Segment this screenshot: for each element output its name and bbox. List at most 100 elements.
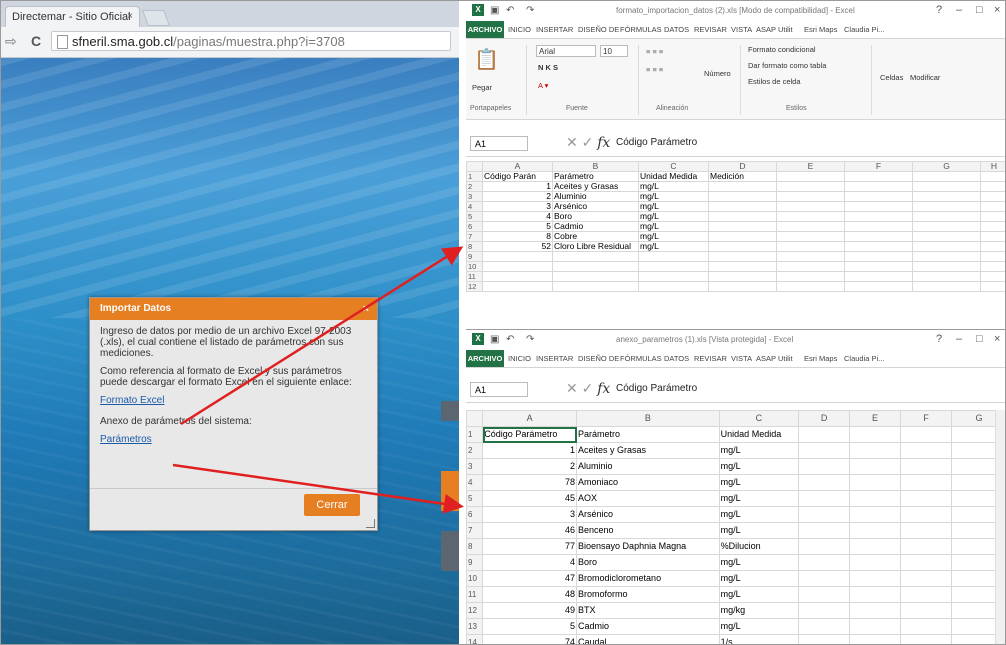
cell[interactable] [912, 211, 981, 222]
cell[interactable] [844, 241, 913, 252]
column-header[interactable]: F [900, 410, 952, 427]
cell[interactable] [912, 221, 981, 232]
cell[interactable]: Cloro Libre Residual [552, 241, 639, 252]
cell[interactable] [798, 490, 851, 507]
cell[interactable]: mg/L [718, 490, 800, 507]
cell[interactable]: Parámetro [576, 426, 720, 443]
browser-tab[interactable]: Directemar - Sitio Oficial × [5, 6, 140, 27]
cell[interactable]: Cobre [552, 231, 639, 242]
column-header[interactable]: E [776, 161, 845, 172]
cell[interactable]: AOX [576, 490, 720, 507]
font-name-select[interactable]: Arial [536, 45, 596, 57]
cell[interactable] [708, 281, 777, 292]
cell[interactable]: mg/L [718, 474, 800, 491]
cell[interactable] [798, 522, 851, 539]
cell[interactable] [912, 191, 981, 202]
cell[interactable]: mg/L [718, 586, 800, 603]
corner-cell[interactable] [466, 161, 483, 172]
cell[interactable] [980, 231, 1005, 242]
cell[interactable] [912, 201, 981, 212]
tab-insertar[interactable]: INSERTAR [536, 354, 573, 363]
cell[interactable]: 45 [482, 490, 578, 507]
cell[interactable] [708, 211, 777, 222]
tab-datos[interactable]: DATOS [664, 25, 689, 34]
cell[interactable] [900, 618, 952, 635]
cell[interactable] [708, 231, 777, 242]
column-header[interactable]: F [844, 161, 913, 172]
cell[interactable] [980, 211, 1005, 222]
cell[interactable] [980, 171, 1005, 182]
cell[interactable]: 2 [482, 191, 553, 202]
row-header[interactable]: 2 [465, 442, 484, 459]
cell[interactable]: Bioensayo Daphnia Magna [576, 538, 720, 555]
cell[interactable]: 49 [482, 602, 578, 619]
cell[interactable] [798, 602, 851, 619]
close-icon[interactable]: × [994, 4, 1000, 16]
cell[interactable] [798, 506, 851, 523]
cell[interactable] [708, 241, 777, 252]
cell[interactable]: 1 [482, 442, 578, 459]
row-header[interactable]: 14 [465, 634, 484, 644]
formula-input[interactable]: Código Parámetro [616, 137, 697, 148]
cell[interactable]: Parámetro [552, 171, 639, 182]
cell[interactable]: Boro [552, 211, 639, 222]
formato-condicional-button[interactable]: Formato condicional [748, 45, 816, 54]
cell[interactable]: Código Parán [482, 171, 553, 182]
pegar-label[interactable]: Pegar [472, 83, 492, 92]
cell[interactable]: mg/L [718, 570, 800, 587]
cell[interactable] [776, 261, 845, 272]
cell[interactable] [798, 538, 851, 555]
cell[interactable] [900, 570, 952, 587]
cell[interactable]: Cadmio [552, 221, 639, 232]
bold-italic-underline[interactable]: N K S [538, 63, 558, 72]
cell[interactable]: 1 [482, 181, 553, 192]
tab-revisar[interactable]: REVISAR [694, 25, 727, 34]
row-header[interactable]: 12 [466, 281, 483, 292]
column-header[interactable]: E [849, 410, 902, 427]
tab-datos[interactable]: DATOS [664, 354, 689, 363]
cell[interactable]: 46 [482, 522, 578, 539]
cell[interactable] [776, 271, 845, 282]
fx-icon[interactable]: ✕ ✓ fx [566, 134, 610, 151]
cell[interactable] [980, 201, 1005, 212]
column-header[interactable]: H [980, 161, 1005, 172]
tab-archivo[interactable]: ARCHIVO [466, 21, 504, 38]
close-icon[interactable]: × [127, 7, 133, 27]
cell[interactable] [798, 570, 851, 587]
cell[interactable] [849, 538, 902, 555]
column-header[interactable]: G [912, 161, 981, 172]
cell[interactable]: Aceites y Grasas [552, 181, 639, 192]
cell[interactable]: 47 [482, 570, 578, 587]
cell[interactable] [980, 281, 1005, 292]
maximize-icon[interactable]: □ [976, 333, 983, 345]
cell[interactable] [912, 171, 981, 182]
cell[interactable] [849, 618, 902, 635]
vertical-scrollbar[interactable] [995, 410, 1005, 644]
cell[interactable]: Aluminio [576, 458, 720, 475]
cell[interactable] [980, 191, 1005, 202]
tab-diseno[interactable]: DISEÑO DE [578, 354, 619, 363]
tab-esri[interactable]: Esri Maps [804, 25, 837, 34]
column-header[interactable]: A [482, 410, 578, 427]
row-header[interactable]: 12 [465, 602, 484, 619]
row-header[interactable]: 13 [465, 618, 484, 635]
cell[interactable] [776, 251, 845, 262]
column-header[interactable]: A [482, 161, 553, 172]
name-box[interactable]: A1 [470, 382, 528, 397]
cell[interactable]: Aceites y Grasas [576, 442, 720, 459]
cell[interactable] [900, 586, 952, 603]
cell[interactable] [849, 506, 902, 523]
row-header[interactable]: 4 [466, 201, 483, 212]
cell[interactable] [900, 426, 952, 443]
cell[interactable] [482, 271, 553, 282]
cell[interactable]: Caudal [576, 634, 720, 644]
cell[interactable]: mg/L [718, 506, 800, 523]
cell[interactable]: 2 [482, 458, 578, 475]
save-icon[interactable]: ▣ [490, 334, 499, 345]
row-header[interactable]: 10 [466, 261, 483, 272]
cell[interactable] [900, 458, 952, 475]
cell[interactable]: Unidad Medida [718, 426, 800, 443]
cell[interactable] [849, 522, 902, 539]
tab-revisar[interactable]: REVISAR [694, 354, 727, 363]
row-header[interactable]: 6 [465, 506, 484, 523]
